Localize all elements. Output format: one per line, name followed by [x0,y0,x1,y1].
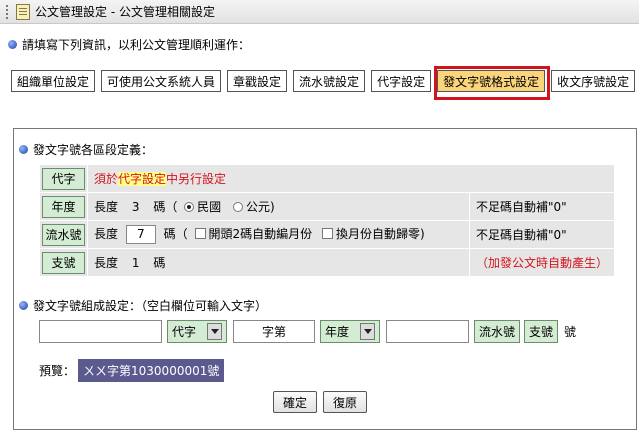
row-label-year: 年度 [42,195,85,218]
sub-unit-label: 碼 [153,256,166,270]
document-icon [16,3,30,20]
sub-auto-note: （加發公文時自動產生） [476,256,609,270]
section-definitions-title: 發文字號各區段定義： [19,141,153,158]
window-title: 公文管理設定 - 公文管理相關設定 [35,5,215,19]
checkbox-month-prefix[interactable] [194,228,206,239]
code-note-pre: 須於 [94,172,119,186]
year-length-label: 長度 [94,200,119,214]
code-settings-link[interactable]: 代字設定 [118,172,167,186]
row-label-code: 代字 [42,167,85,190]
preview-value: ㄨㄨ字第1030000001號 [78,359,225,382]
row-label-serial: 流水號 [42,223,85,246]
preview-row: 預覽： ㄨㄨ字第1030000001號 [39,359,225,382]
year-length-value: 3 [131,200,140,214]
intro-label: 請填寫下列資訊，以利公文管理順利運作： [22,38,251,52]
table-row: 支號 長度 1 碼 （加發公文時自動產生） [39,248,615,277]
bullet-icon [8,40,17,49]
serial-pad-note: 不足碼自動補"0" [476,228,567,242]
sub-segment: 支號 [524,320,559,343]
radio-gregorian[interactable] [233,202,243,212]
drag-handle-icon[interactable] [6,4,12,19]
section-compose-label: 發文字號組成設定：（空白欄位可輸入文字） [33,299,268,313]
tab-org-units[interactable]: 組織單位設定 [11,70,96,92]
sub-length-value: 1 [131,256,140,270]
checkbox-month-reset-label: 換月份自動歸零) [335,227,425,241]
compose-row: 代字 字第 年度 流水號 支號 號 [39,320,576,343]
tab-seals[interactable]: 章戳設定 [227,70,288,92]
tab-code[interactable]: 代字設定 [371,70,432,92]
year-unit-label: 碼（ [153,200,178,214]
tab-doc-number-format[interactable]: 發文字號格式設定 [437,70,546,92]
radio-gregorian-label: 公元) [246,200,275,214]
confirm-button[interactable]: 確定 [273,391,318,413]
year-select[interactable]: 年度 [320,320,380,343]
suffix-text-input[interactable] [386,320,469,343]
section-definitions-label: 發文字號各區段定義： [33,143,154,157]
checkbox-month-prefix-label: 開頭2碼自動編月份 [208,227,313,241]
tab-receipt-serial[interactable]: 收文序號設定 [551,70,636,92]
checkbox-month-reset[interactable] [321,228,333,239]
code-select-value: 代字 [172,325,197,339]
tab-users[interactable]: 可使用公文系統人員 [101,70,222,92]
code-select[interactable]: 代字 [167,320,227,343]
segment-definition-table: 代字 須於代字設定中另行設定 年度 長度 3 碼（ 民國 公元) 不足碼自動補"… [39,164,615,277]
intro-text: 請填寫下列資訊，以利公文管理順利運作： [8,36,250,53]
format-settings-panel: 發文字號各區段定義： 代字 須於代字設定中另行設定 年度 長度 3 碼（ 民國 … [13,128,637,430]
serial-length-input[interactable]: 7 [125,225,156,244]
year-pad-note: 不足碼自動補"0" [476,200,567,214]
action-buttons: 確定 復原 [273,391,373,413]
table-row: 代字 須於代字設定中另行設定 [39,164,615,193]
number-suffix: 號 [564,325,577,339]
sub-length-label: 長度 [94,256,119,270]
middle-text-input[interactable]: 字第 [233,320,315,343]
table-row: 流水號 長度 7 碼（ 開頭2碼自動編月份 換月份自動歸零) 不足碼自動補"0" [39,220,615,249]
code-note-post: 中另行設定 [166,172,227,186]
bullet-icon [19,301,28,310]
chevron-down-icon[interactable] [360,323,375,340]
settings-tabs: 組織單位設定 可使用公文系統人員 章戳設定 流水號設定 代字設定 發文字號格式設… [11,70,639,92]
tab-serial[interactable]: 流水號設定 [293,70,366,92]
section-compose-title: 發文字號組成設定：（空白欄位可輸入文字） [19,297,267,314]
preview-label: 預覽： [39,364,76,378]
serial-length-label: 長度 [94,227,119,241]
table-row: 年度 長度 3 碼（ 民國 公元) 不足碼自動補"0" [39,192,615,221]
radio-minguo-label: 民國 [197,200,222,214]
bullet-icon [19,145,28,154]
serial-segment: 流水號 [474,320,521,343]
serial-unit-label: 碼（ [163,227,188,241]
radio-minguo[interactable] [184,202,195,212]
chevron-down-icon[interactable] [207,323,222,340]
window-titlebar: 公文管理設定 - 公文管理相關設定 [0,0,639,24]
reset-button[interactable]: 復原 [323,391,368,413]
row-label-sub: 支號 [42,251,85,274]
prefix-text-input[interactable] [39,320,162,343]
year-select-value: 年度 [325,325,350,339]
